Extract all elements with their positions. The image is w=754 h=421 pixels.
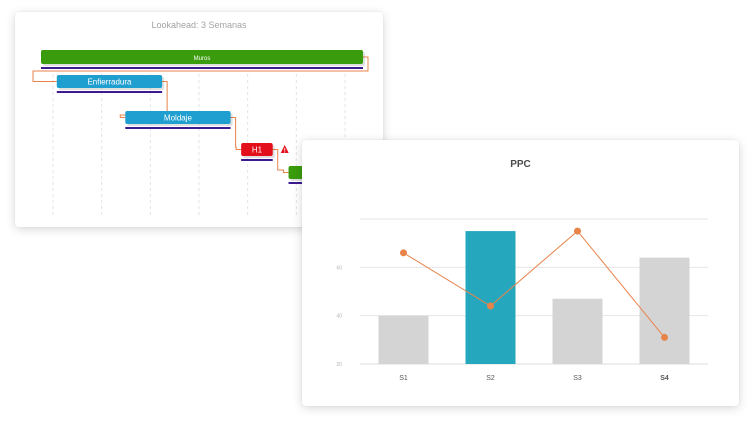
line-point-s1[interactable] bbox=[400, 249, 407, 257]
line-point-s3[interactable] bbox=[574, 227, 581, 235]
y-tick-label: 60 bbox=[336, 265, 342, 271]
line-series bbox=[403, 230, 665, 338]
gantt-task-moldaje[interactable]: Moldaje bbox=[125, 111, 233, 129]
bar-s2[interactable] bbox=[465, 231, 516, 364]
bar-s1[interactable] bbox=[378, 315, 429, 364]
task-label: Enfierradura bbox=[87, 78, 132, 87]
task-label: Muros bbox=[194, 56, 211, 62]
gantt-task-muros[interactable]: Muros bbox=[41, 50, 365, 69]
x-tick-label: S2 bbox=[486, 375, 495, 382]
y-tick-label: 40 bbox=[336, 314, 342, 320]
x-tick-label: S3 bbox=[573, 375, 582, 382]
y-tick-label: 20 bbox=[336, 362, 342, 368]
x-tick-label: S4 bbox=[660, 375, 669, 382]
task-label: Moldaje bbox=[164, 114, 193, 123]
ppc-chart: 20 40 60 S1 S2 S3 S4 bbox=[336, 218, 708, 382]
bar-s3[interactable] bbox=[552, 298, 603, 364]
warning-mark: ! bbox=[284, 149, 286, 155]
gantt-task-enfierradura[interactable]: Enfierradura bbox=[56, 75, 165, 93]
line-point-s2[interactable] bbox=[487, 302, 494, 310]
line-point-s4[interactable] bbox=[661, 333, 668, 341]
warning-triangle-icon: ! bbox=[280, 145, 289, 155]
gantt-task-h1[interactable]: H1 bbox=[241, 143, 275, 161]
bar-s4[interactable] bbox=[639, 257, 690, 364]
x-tick-label: S1 bbox=[399, 375, 408, 382]
ppc-chart-card: PPC 20 40 60 S1 S2 S3 S4 bbox=[302, 140, 739, 406]
task-label: H1 bbox=[252, 146, 263, 155]
